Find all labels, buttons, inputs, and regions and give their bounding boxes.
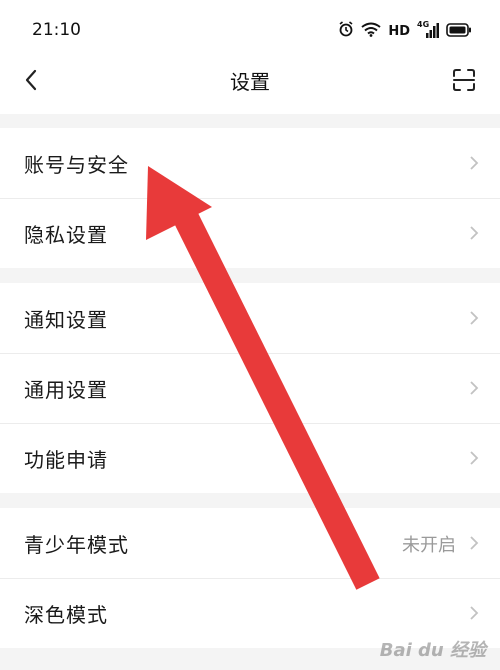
battery-icon bbox=[446, 22, 472, 41]
hd-badge: HD bbox=[388, 23, 410, 39]
settings-row-teen-mode[interactable]: 青少年模式 未开启 bbox=[0, 508, 500, 578]
row-label: 通知设置 bbox=[24, 308, 108, 332]
chevron-right-icon bbox=[470, 606, 479, 620]
chevron-right-icon bbox=[470, 226, 479, 240]
watermark: Bai du 经验 bbox=[379, 640, 486, 661]
row-label: 深色模式 bbox=[24, 603, 108, 627]
status-bar: 21:10 HD 4G bbox=[0, 0, 500, 58]
chevron-right-icon bbox=[470, 311, 479, 325]
chevron-right-icon bbox=[470, 381, 479, 395]
row-value: 未开启 bbox=[402, 535, 456, 556]
row-label: 通用设置 bbox=[24, 378, 108, 402]
settings-row-general[interactable]: 通用设置 bbox=[0, 353, 500, 423]
status-icons: HD 4G bbox=[338, 20, 472, 41]
row-label: 功能申请 bbox=[24, 448, 108, 472]
row-label: 账号与安全 bbox=[24, 153, 129, 177]
scan-button[interactable] bbox=[450, 66, 478, 94]
wifi-icon bbox=[361, 22, 381, 41]
settings-row-feature-request[interactable]: 功能申请 bbox=[0, 423, 500, 493]
chevron-right-icon bbox=[470, 156, 479, 170]
settings-group-general: 通知设置 通用设置 功能申请 bbox=[0, 283, 500, 493]
settings-row-notifications[interactable]: 通知设置 bbox=[0, 283, 500, 353]
row-label: 青少年模式 bbox=[24, 533, 129, 557]
status-time: 21:10 bbox=[32, 20, 81, 40]
nav-bar: 设置 bbox=[0, 58, 500, 114]
alarm-icon bbox=[338, 21, 354, 41]
chevron-right-icon bbox=[470, 536, 479, 550]
settings-group-account: 账号与安全 隐私设置 bbox=[0, 128, 500, 268]
signal-icon: 4G bbox=[417, 20, 439, 39]
chevron-right-icon bbox=[470, 451, 479, 465]
row-label: 隐私设置 bbox=[24, 223, 108, 247]
page-title: 设置 bbox=[230, 70, 270, 94]
settings-group-modes: 青少年模式 未开启 深色模式 bbox=[0, 508, 500, 648]
settings-row-privacy[interactable]: 隐私设置 bbox=[0, 198, 500, 268]
settings-row-account-security[interactable]: 账号与安全 bbox=[0, 128, 500, 198]
scan-icon bbox=[453, 69, 475, 91]
